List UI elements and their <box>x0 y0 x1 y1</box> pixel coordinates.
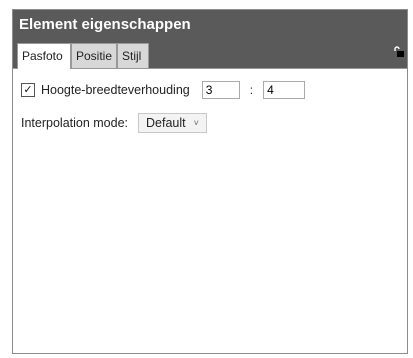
panel-header: Element eigenschappen Pasfoto Positie St… <box>13 10 407 69</box>
aspect-ratio-row: ✓ Hoogte-breedteverhouding : <box>21 79 306 101</box>
interpolation-mode-dropdown[interactable]: Default ˅ <box>138 113 207 133</box>
tab-stijl[interactable]: Stijl <box>117 43 149 68</box>
ratio-width-input[interactable] <box>201 81 240 99</box>
chevron-down-icon: ˅ <box>193 118 199 128</box>
tab-label: Pasfoto <box>22 49 63 63</box>
tab-label: Stijl <box>122 49 142 63</box>
interpolation-row: Interpolation mode: Default ˅ <box>21 113 207 133</box>
element-properties-panel: Element eigenschappen Pasfoto Positie St… <box>12 9 408 354</box>
aspect-ratio-label: Hoogte-breedteverhouding <box>41 83 190 97</box>
tab-label: Positie <box>76 49 113 63</box>
dropdown-value: Default <box>146 116 186 130</box>
ratio-separator: : <box>249 83 254 97</box>
panel-title: Element eigenschappen <box>19 16 191 33</box>
ratio-height-input[interactable] <box>263 81 306 99</box>
tab-pasfoto[interactable]: Pasfoto <box>17 43 71 69</box>
lock-open-icon[interactable] <box>393 45 404 57</box>
tab-positie[interactable]: Positie <box>71 43 117 68</box>
tab-content-pasfoto: ✓ Hoogte-breedteverhouding : Interpolati… <box>13 68 407 353</box>
interpolation-label: Interpolation mode: <box>21 116 129 130</box>
aspect-ratio-checkbox[interactable]: ✓ <box>21 83 35 97</box>
